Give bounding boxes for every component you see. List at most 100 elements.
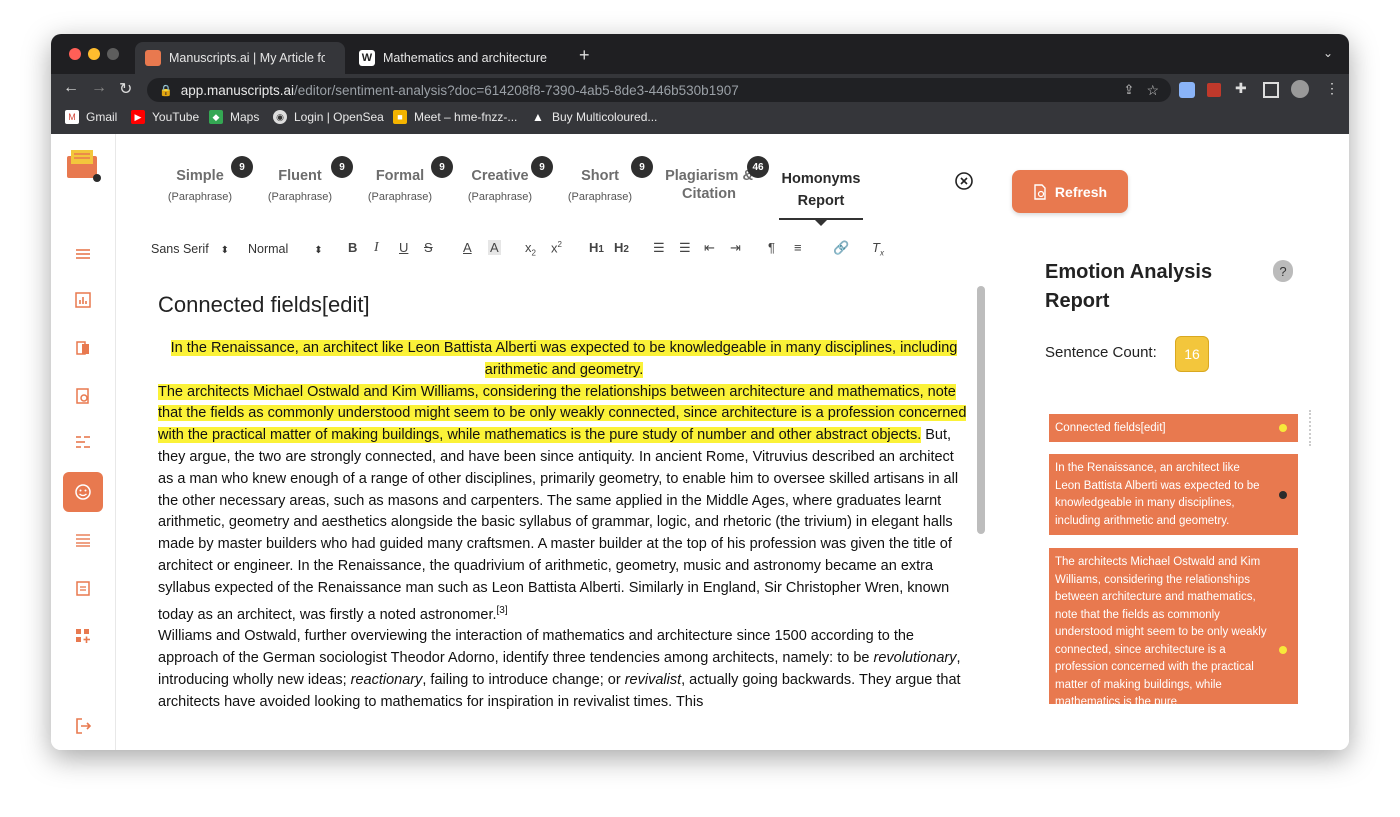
clipboard-icon[interactable] xyxy=(73,578,93,598)
sentence-count-badge: 16 xyxy=(1175,336,1209,372)
tab-subtitle: (Paraphrase) xyxy=(367,191,433,203)
bookmark-opensea[interactable]: ◉ Login | OpenSea xyxy=(273,110,384,124)
count-badge: 9 xyxy=(431,156,453,178)
menu-lines-icon[interactable] xyxy=(73,244,93,264)
subscript-icon[interactable]: x2 xyxy=(525,240,536,258)
bullet-list-icon[interactable]: ☰ xyxy=(679,240,691,256)
tab-short[interactable]: Short (Paraphrase) xyxy=(555,168,645,203)
report-title-line: Emotion Analysis xyxy=(1045,261,1213,283)
align-icon[interactable]: ≡ xyxy=(794,240,802,255)
text-color-icon[interactable]: A xyxy=(463,240,472,255)
sentence-card-text: The architects Michael Ostwald and Kim W… xyxy=(1055,556,1267,704)
triangle-icon: ▲ xyxy=(532,110,544,124)
zoom-window-icon[interactable] xyxy=(107,48,119,60)
list-settings-icon[interactable] xyxy=(73,432,93,452)
tab-subtitle: (Paraphrase) xyxy=(167,191,233,203)
side-panel-icon[interactable] xyxy=(1263,82,1279,98)
reload-icon[interactable]: ↻ xyxy=(119,79,132,99)
back-icon[interactable]: ← xyxy=(63,79,79,97)
address-bar[interactable]: 🔒 app.manuscripts.ai/editor/sentiment-an… xyxy=(147,78,1171,102)
panel-scroll-handle[interactable] xyxy=(1309,410,1313,446)
clear-format-icon[interactable]: Tx xyxy=(872,240,884,258)
text-editor[interactable]: Connected fields[edit] In the Renaissanc… xyxy=(158,290,970,730)
opensea-icon: ◉ xyxy=(273,110,287,124)
link-icon[interactable]: 🔗 xyxy=(833,240,849,256)
refresh-button[interactable]: Refresh xyxy=(1012,170,1128,213)
bookmark-star-icon[interactable]: ☆ xyxy=(1146,82,1159,99)
superscript-icon[interactable]: x2 xyxy=(551,240,562,255)
emotion-dot-icon xyxy=(1279,491,1287,499)
manuscripts-logo-icon[interactable] xyxy=(65,148,101,182)
underline-icon[interactable]: U xyxy=(399,240,408,255)
browser-toolbar: ← → ↻ 🔒 app.manuscripts.ai/editor/sentim… xyxy=(51,74,1349,104)
minimize-window-icon[interactable] xyxy=(88,48,100,60)
highlight-color-icon[interactable]: A xyxy=(488,240,501,255)
lock-icon: 🔒 xyxy=(159,84,173,97)
sentence-card[interactable]: In the Renaissance, an architect like Le… xyxy=(1049,454,1298,535)
strikethrough-icon[interactable]: S xyxy=(424,240,433,255)
extension-icon[interactable] xyxy=(1179,82,1195,98)
heading-2-icon[interactable]: H2 xyxy=(614,240,629,255)
emotion-dot-icon xyxy=(1279,424,1287,432)
manuscripts-favicon-icon xyxy=(145,50,161,66)
browser-tab-manuscripts[interactable]: Manuscripts.ai | My Article for xyxy=(135,42,345,74)
bookmarks-bar: M Gmail ▶ YouTube ◆ Maps ◉ Login | OpenS… xyxy=(51,104,1349,135)
more-menu-icon[interactable]: ⋮ xyxy=(1325,80,1339,97)
editor-scrollbar[interactable] xyxy=(977,286,985,534)
sentence-card[interactable]: The architects Michael Ostwald and Kim W… xyxy=(1049,548,1298,704)
tab-plagiarism-citation[interactable]: Plagiarism & Citation xyxy=(659,168,759,202)
share-icon[interactable]: ⇪ xyxy=(1124,82,1135,98)
tab-fluent[interactable]: Fluent (Paraphrase) xyxy=(255,168,345,203)
tab-subtitle: (Paraphrase) xyxy=(267,191,333,203)
count-badge: 46 xyxy=(747,156,769,178)
bar-chart-icon[interactable] xyxy=(73,290,93,310)
font-size-select[interactable]: Normal ⬍ xyxy=(248,242,323,256)
count-badge: 9 xyxy=(531,156,553,178)
sentence-card[interactable]: Connected fields[edit] xyxy=(1049,414,1298,442)
sentence-count-label: Sentence Count: xyxy=(1045,344,1157,361)
close-window-icon[interactable] xyxy=(69,48,81,60)
bookmark-gmail[interactable]: M Gmail xyxy=(65,110,117,124)
extension-icon[interactable] xyxy=(1207,83,1221,97)
tab-strip: Manuscripts.ai | My Article for W Mathem… xyxy=(51,34,1349,74)
tab-formal[interactable]: Formal (Paraphrase) xyxy=(355,168,445,203)
tab-homonyms-report[interactable]: Homonyms Report xyxy=(779,168,863,212)
help-icon[interactable]: ? xyxy=(1273,260,1293,282)
text-direction-icon[interactable]: ¶ xyxy=(768,240,775,255)
highlighted-sentence: The architects Michael Ostwald and Kim W… xyxy=(158,383,967,444)
emotion-dot-icon xyxy=(1279,646,1287,654)
sentence-card-list: Connected fields[edit] In the Renaissanc… xyxy=(1049,414,1298,704)
paragraph-1: In the Renaissance, an architect like Le… xyxy=(158,338,970,382)
bookmark-meet[interactable]: ■ Meet – hme-fnzz-... xyxy=(393,110,517,124)
tab-creative[interactable]: Creative (Paraphrase) xyxy=(455,168,545,203)
tab-search-chevron-icon[interactable]: ⌄ xyxy=(1323,46,1333,60)
ordered-list-icon[interactable]: ☰ xyxy=(653,240,665,256)
browser-tab-wikipedia[interactable]: W Mathematics and architecture xyxy=(349,42,569,74)
bookmark-buy[interactable]: ▲ Buy Multicoloured... xyxy=(531,110,657,124)
profile-avatar[interactable] xyxy=(1291,80,1309,98)
wikipedia-favicon-icon: W xyxy=(359,50,375,66)
heading-1-icon[interactable]: H1 xyxy=(589,240,604,255)
add-grid-icon[interactable] xyxy=(73,626,93,646)
outdent-icon[interactable]: ⇤ xyxy=(704,240,715,256)
logout-icon[interactable] xyxy=(73,716,93,736)
indent-icon[interactable]: ⇥ xyxy=(730,240,741,256)
citation[interactable]: [3] xyxy=(497,605,508,616)
italic-icon[interactable]: I xyxy=(374,240,379,256)
report-title-line: Report xyxy=(1045,290,1110,312)
document-search-icon[interactable] xyxy=(73,386,93,406)
table-icon[interactable] xyxy=(73,530,93,550)
document-copy-icon[interactable] xyxy=(73,338,93,358)
puzzle-extensions-icon[interactable]: ✚ xyxy=(1235,80,1247,97)
emotion-smiley-icon[interactable] xyxy=(63,472,103,512)
new-tab-button[interactable]: + xyxy=(579,45,590,66)
paragraph-text: Williams and Ostwald, further overviewin… xyxy=(158,628,914,666)
tab-simple[interactable]: Simple (Paraphrase) xyxy=(155,168,245,203)
bold-icon[interactable]: B xyxy=(348,240,357,255)
close-icon[interactable] xyxy=(955,172,973,190)
bookmark-maps[interactable]: ◆ Maps xyxy=(209,110,259,124)
font-family-select[interactable]: Sans Serif ⬍ xyxy=(151,242,229,256)
forward-icon[interactable]: → xyxy=(91,79,107,97)
bookmark-youtube[interactable]: ▶ YouTube xyxy=(131,110,199,124)
count-badge: 9 xyxy=(331,156,353,178)
